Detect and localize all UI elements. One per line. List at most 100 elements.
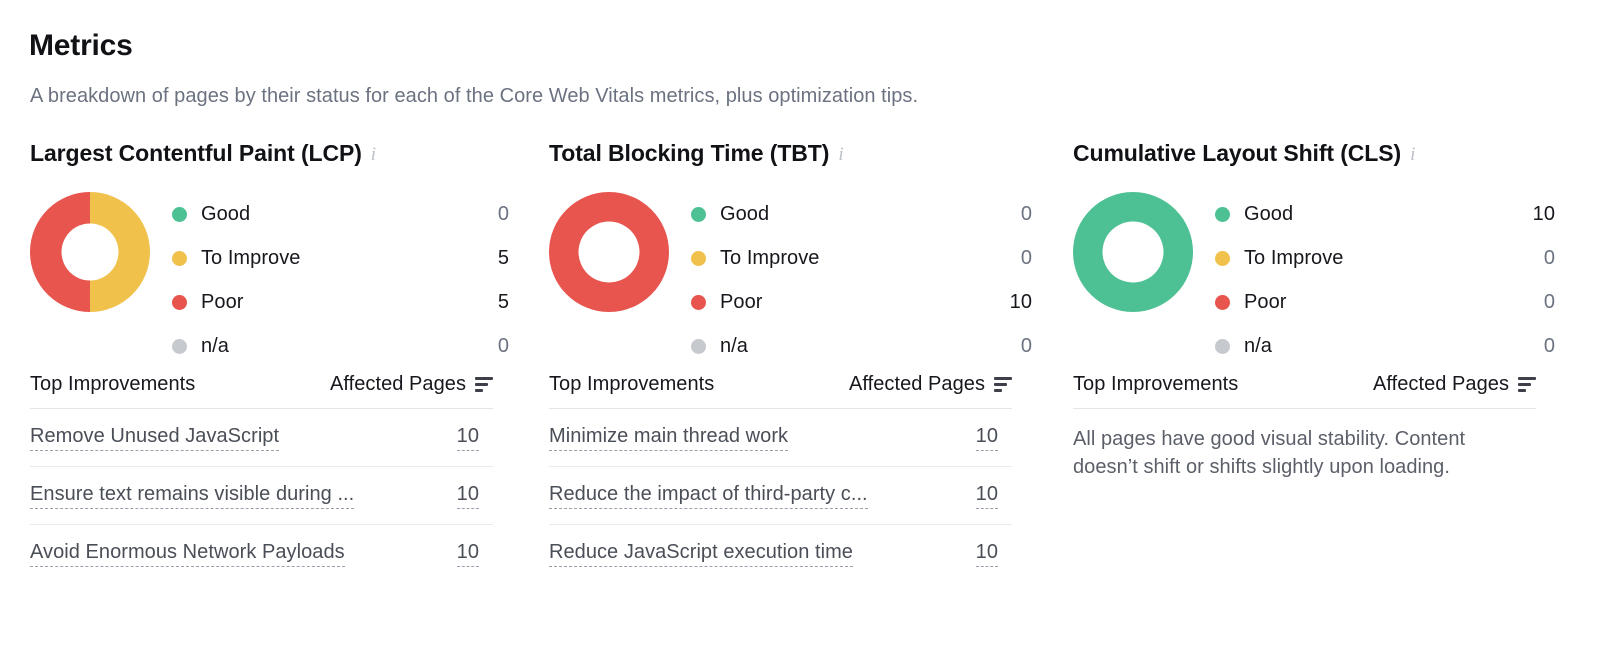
metrics-page: Metrics A breakdown of pages by their st… <box>0 0 1600 670</box>
donut-hole <box>579 222 640 283</box>
tip-count[interactable]: 10 <box>976 425 998 451</box>
tips-table-cls: Top Improvements Affected Pages All page… <box>1073 373 1569 481</box>
legend-label-poor: Poor <box>201 291 243 314</box>
metric-summary: Good 0 To Improve 0 Poor 10 <box>549 191 1046 356</box>
metrics-columns: Largest Contentful Paint (LCP) i Good 0 … <box>0 140 1600 582</box>
legend-value-to-improve: 0 <box>1002 247 1046 270</box>
column-header-top-improvements[interactable]: Top Improvements <box>30 373 195 396</box>
metric-title-cls: Cumulative Layout Shift (CLS) <box>1073 140 1401 167</box>
legend-item-to-improve: To Improve 0 <box>1215 236 1569 280</box>
legend-item-poor: Poor 5 <box>172 280 523 324</box>
tip-count-cell: 10 <box>439 483 493 509</box>
column-header-affected-pages[interactable]: Affected Pages <box>1373 373 1536 396</box>
legend-item-good: Good 10 <box>1215 192 1569 236</box>
tip-count[interactable]: 10 <box>457 425 479 451</box>
metric-header: Cumulative Layout Shift (CLS) i <box>1073 140 1569 174</box>
column-header-affected-pages-label: Affected Pages <box>1373 373 1509 396</box>
legend-item-good: Good 0 <box>172 192 523 236</box>
legend-value-good: 0 <box>479 203 523 226</box>
legend-item-to-improve: To Improve 5 <box>172 236 523 280</box>
tip-count[interactable]: 10 <box>457 541 479 567</box>
legend-label-to-improve: To Improve <box>720 247 819 270</box>
donut-hole <box>62 224 119 281</box>
column-header-top-improvements[interactable]: Top Improvements <box>549 373 714 396</box>
tip-name[interactable]: Reduce JavaScript execution time <box>549 541 853 567</box>
tip-count-cell: 10 <box>958 425 1012 451</box>
legend-value-good: 10 <box>1525 203 1569 226</box>
info-icon[interactable]: i <box>1410 145 1415 164</box>
metric-card-tbt: Total Blocking Time (TBT) i Good 0 To Im… <box>523 140 1046 582</box>
donut-hole <box>1103 222 1164 283</box>
table-row: Ensure text remains visible during ... 1… <box>30 467 493 525</box>
legend-dot-na-icon <box>172 339 187 354</box>
table-row: Minimize main thread work 10 <box>549 409 1012 467</box>
tip-name[interactable]: Remove Unused JavaScript <box>30 425 279 451</box>
legend-item-poor: Poor 0 <box>1215 280 1569 324</box>
legend-item-na: n/a 0 <box>691 324 1046 368</box>
legend-label-good: Good <box>1244 203 1293 226</box>
tip-name[interactable]: Avoid Enormous Network Payloads <box>30 541 345 567</box>
info-icon[interactable]: i <box>371 145 376 164</box>
tip-count[interactable]: 10 <box>976 483 998 509</box>
table-row: Reduce JavaScript execution time 10 <box>549 525 1012 582</box>
metric-card-cls: Cumulative Layout Shift (CLS) i Good 10 … <box>1046 140 1569 582</box>
tips-table-header: Top Improvements Affected Pages <box>1073 373 1536 409</box>
page-title: Metrics <box>29 27 133 65</box>
legend-value-na: 0 <box>1002 335 1046 358</box>
legend-value-to-improve: 5 <box>479 247 523 270</box>
legend-dot-to-improve-icon <box>1215 251 1230 266</box>
sort-descending-icon[interactable] <box>1518 377 1536 392</box>
legend-value-na: 0 <box>479 335 523 358</box>
legend-label-poor: Poor <box>1244 291 1286 314</box>
column-header-top-improvements[interactable]: Top Improvements <box>1073 373 1238 396</box>
donut-chart-tbt <box>549 192 669 312</box>
legend-dot-good-icon <box>691 207 706 222</box>
table-row: Reduce the impact of third-party c... 10 <box>549 467 1012 525</box>
metric-title-tbt: Total Blocking Time (TBT) <box>549 140 829 167</box>
sort-descending-icon[interactable] <box>475 377 493 392</box>
legend-tbt: Good 0 To Improve 0 Poor 10 <box>691 191 1046 368</box>
legend-cls: Good 10 To Improve 0 Poor 0 <box>1215 191 1569 368</box>
legend-label-to-improve: To Improve <box>201 247 300 270</box>
tips-table-header: Top Improvements Affected Pages <box>30 373 493 409</box>
legend-item-to-improve: To Improve 0 <box>691 236 1046 280</box>
tip-count[interactable]: 10 <box>457 483 479 509</box>
sort-descending-icon[interactable] <box>994 377 1012 392</box>
metric-header: Largest Contentful Paint (LCP) i <box>30 140 523 174</box>
legend-dot-poor-icon <box>691 295 706 310</box>
legend-value-na: 0 <box>1525 335 1569 358</box>
legend-item-na: n/a 0 <box>172 324 523 368</box>
metric-summary: Good 0 To Improve 5 Poor 5 <box>30 191 523 356</box>
legend-lcp: Good 0 To Improve 5 Poor 5 <box>172 191 523 368</box>
tips-table-header: Top Improvements Affected Pages <box>549 373 1012 409</box>
column-header-affected-pages[interactable]: Affected Pages <box>849 373 1012 396</box>
legend-dot-to-improve-icon <box>691 251 706 266</box>
tip-name[interactable]: Ensure text remains visible during ... <box>30 483 354 509</box>
tips-table-tbt: Top Improvements Affected Pages Minimize… <box>549 373 1046 582</box>
donut-chart-lcp <box>30 192 150 312</box>
legend-dot-good-icon <box>172 207 187 222</box>
metric-summary: Good 10 To Improve 0 Poor 0 <box>1073 191 1569 356</box>
metric-card-lcp: Largest Contentful Paint (LCP) i Good 0 … <box>0 140 523 582</box>
legend-label-na: n/a <box>201 335 229 358</box>
info-icon[interactable]: i <box>838 145 843 164</box>
legend-item-poor: Poor 10 <box>691 280 1046 324</box>
tips-table-lcp: Top Improvements Affected Pages Remove U… <box>30 373 523 582</box>
legend-dot-to-improve-icon <box>172 251 187 266</box>
column-header-affected-pages[interactable]: Affected Pages <box>330 373 493 396</box>
legend-dot-na-icon <box>691 339 706 354</box>
legend-dot-poor-icon <box>1215 295 1230 310</box>
legend-value-to-improve: 0 <box>1525 247 1569 270</box>
legend-value-poor: 10 <box>1002 291 1046 314</box>
tips-empty-note: All pages have good visual stability. Co… <box>1073 409 1473 481</box>
tip-name[interactable]: Minimize main thread work <box>549 425 788 451</box>
legend-label-good: Good <box>201 203 250 226</box>
tip-name[interactable]: Reduce the impact of third-party c... <box>549 483 868 509</box>
tip-count-cell: 10 <box>958 541 1012 567</box>
tip-count-cell: 10 <box>958 483 1012 509</box>
column-header-affected-pages-label: Affected Pages <box>849 373 985 396</box>
legend-item-na: n/a 0 <box>1215 324 1569 368</box>
tip-count[interactable]: 10 <box>976 541 998 567</box>
legend-label-na: n/a <box>720 335 748 358</box>
legend-label-na: n/a <box>1244 335 1272 358</box>
